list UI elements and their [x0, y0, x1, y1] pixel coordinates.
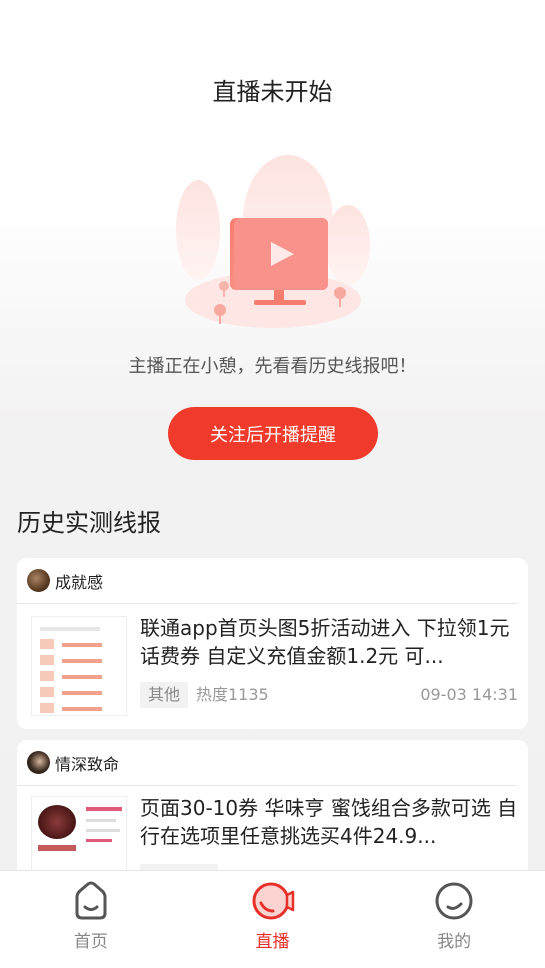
heat-count: 热度1135 — [196, 685, 269, 704]
author-name: 情深致命 — [55, 754, 120, 774]
post-time: 09-03 14:31 — [420, 685, 518, 704]
home-icon — [75, 881, 107, 920]
profile-icon — [435, 882, 473, 920]
status-hint: 主播正在小憩，先看看历史线报吧！ — [128, 356, 417, 377]
item-thumbnail — [31, 796, 127, 872]
follow-remind-button[interactable]: 关注后开播提醒 — [168, 407, 378, 460]
avatar — [27, 569, 50, 592]
card-author: 成就感 — [17, 558, 518, 604]
item-meta: 其他 热度1135 09-03 14:31 — [140, 682, 518, 708]
tab-live[interactable]: 直播 — [182, 871, 364, 968]
tab-home[interactable]: 首页 — [0, 871, 182, 968]
avatar — [27, 751, 50, 774]
list-item[interactable]: 情深致命 页面30-10券 华味亨 蜜饯组合多款可选 自行在选项里任意挑选买4件… — [17, 740, 528, 880]
author-name: 成就感 — [55, 572, 104, 592]
tab-label: 直播 — [255, 932, 290, 952]
live-status-title: 直播未开始 — [212, 78, 333, 106]
item-title: 联通app首页头图5折活动进入 下拉领1元话费券 自定义充值金额1.2元 可..… — [140, 616, 510, 668]
tab-label: 我的 — [437, 932, 472, 952]
list-item[interactable]: 成就感 联通app首页头图5折活动进入 下拉领1元话费券 自定义充值金额1.2元… — [17, 558, 528, 729]
tab-label: 首页 — [73, 932, 108, 952]
card-author: 情深致命 — [17, 740, 518, 786]
item-title: 页面30-10券 华味亨 蜜饯组合多款可选 自行在选项里任意挑选买4件24.9.… — [140, 796, 518, 848]
bottom-tab-bar: 首页 直播 我的 — [0, 870, 545, 968]
tab-profile[interactable]: 我的 — [363, 871, 545, 968]
tv-illustration-icon — [176, 155, 370, 328]
section-title: 历史实测线报 — [17, 509, 161, 537]
live-icon — [252, 882, 294, 920]
category-tag: 其他 — [140, 682, 189, 708]
item-thumbnail — [31, 616, 127, 716]
